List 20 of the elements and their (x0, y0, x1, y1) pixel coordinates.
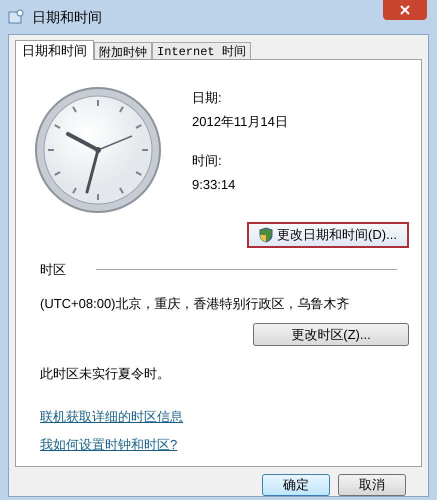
change-date-time-button[interactable]: 更改日期和时间(D)... (247, 222, 409, 248)
close-button[interactable] (383, 0, 427, 20)
change-timezone-button[interactable]: 更改时区(Z)... (253, 323, 409, 346)
dst-note: 此时区未实行夏令时。 (40, 365, 171, 383)
section-heading: 时区 (40, 261, 66, 279)
time-value: 9:33:14 (192, 176, 236, 194)
date-label: 日期: (192, 89, 223, 107)
tab[interactable]: 附加时钟 (94, 42, 152, 59)
close-icon (400, 5, 410, 15)
window-title: 日期和时间 (32, 8, 102, 26)
timezone-value: (UTC+08:00)北京，重庆，香港特别行政区，乌鲁木齐 (40, 294, 350, 313)
tab[interactable]: Internet 时间 (152, 42, 251, 59)
cancel-button[interactable]: 取消 (338, 474, 406, 496)
help-link[interactable]: 我如何设置时钟和时区? (40, 434, 178, 454)
date-value: 2012年11月14日 (192, 112, 288, 130)
tab[interactable]: 日期和时间 (15, 40, 94, 60)
help-link[interactable]: 联机获取详细的时区信息 (40, 407, 183, 426)
ok-button[interactable]: 确定 (262, 474, 330, 496)
time-label: 时间: (192, 152, 223, 170)
shield-icon (259, 227, 274, 243)
